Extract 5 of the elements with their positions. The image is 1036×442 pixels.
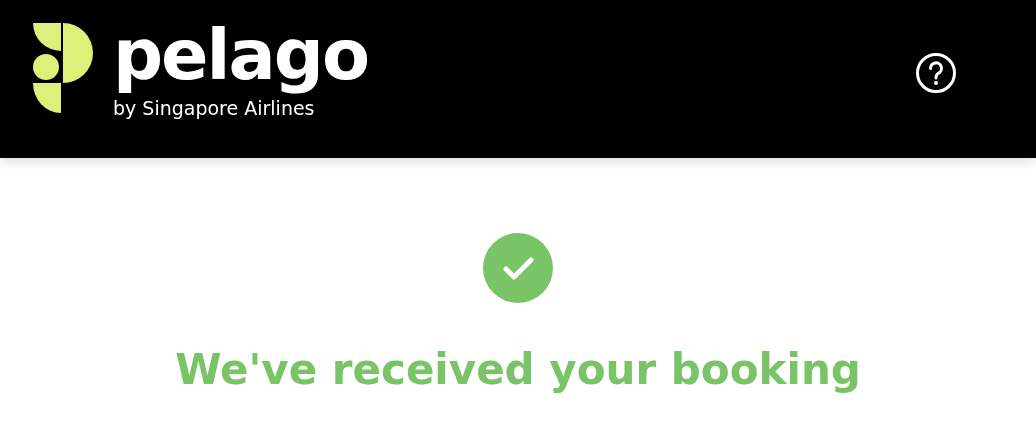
- help-icon[interactable]: [914, 51, 958, 95]
- logo-icon: [33, 23, 95, 113]
- checkmark-icon: [483, 233, 553, 303]
- brand-tagline: by Singapore Airlines: [113, 97, 316, 119]
- confirmation-heading: We've received your booking: [175, 345, 861, 394]
